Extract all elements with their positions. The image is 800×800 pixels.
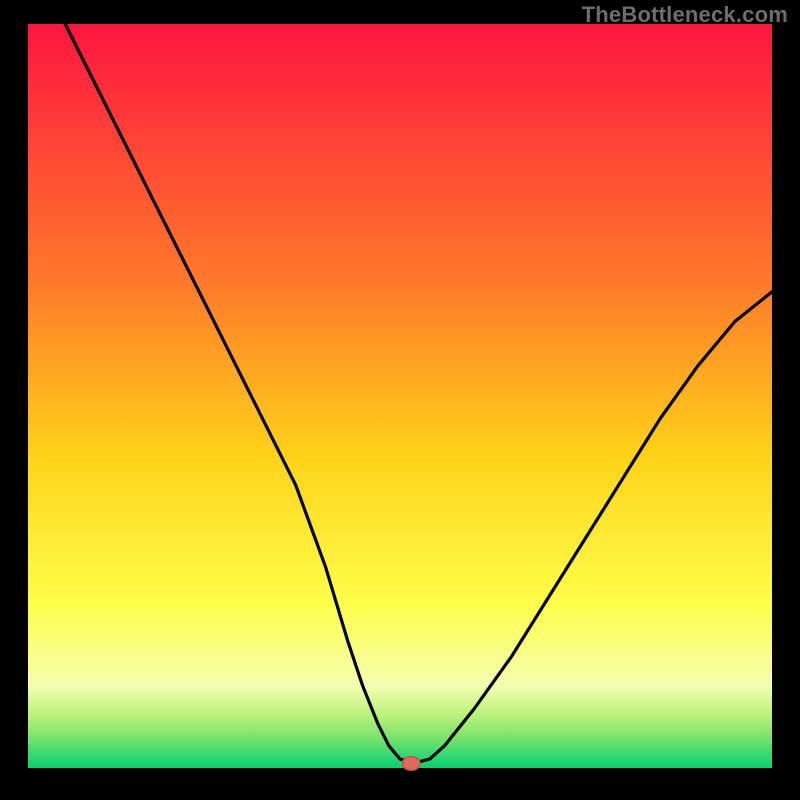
chart-stage: TheBottleneck.com bbox=[0, 0, 800, 800]
plot-area bbox=[28, 24, 772, 768]
optimal-point-marker bbox=[402, 757, 420, 770]
bottleneck-chart bbox=[0, 0, 800, 800]
watermark-text: TheBottleneck.com bbox=[582, 2, 788, 28]
